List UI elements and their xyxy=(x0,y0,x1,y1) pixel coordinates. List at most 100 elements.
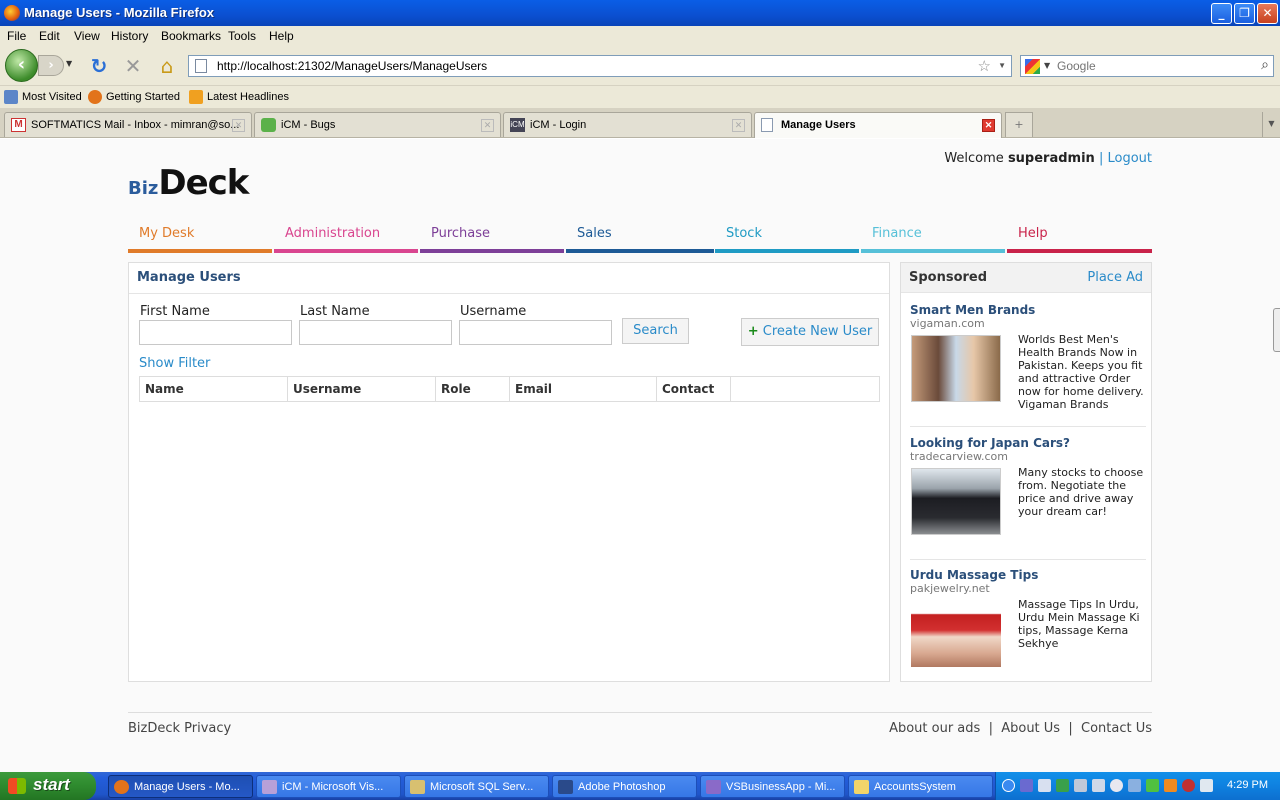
taskbar-item-accountssystem[interactable]: AccountsSystem xyxy=(848,775,993,798)
ad-image[interactable] xyxy=(911,600,1001,667)
nav-administration[interactable]: Administration xyxy=(274,225,418,253)
menu-file[interactable]: File xyxy=(7,29,26,43)
tab-manage-users[interactable]: Manage Users ✕ xyxy=(754,112,1002,138)
side-scroll-handle[interactable] xyxy=(1273,308,1280,352)
tab-list-button[interactable]: ▼ xyxy=(1262,112,1280,137)
taskbar-item-vsbusinessapp[interactable]: VSBusinessApp - Mi... xyxy=(700,775,845,798)
history-dropdown-icon[interactable]: ▼ xyxy=(66,59,72,68)
tray-app-icon[interactable] xyxy=(1074,779,1087,792)
logout-link[interactable]: Logout xyxy=(1107,151,1152,166)
nav-my-desk[interactable]: My Desk xyxy=(128,225,272,253)
engine-dropdown-icon[interactable]: ▼ xyxy=(1044,61,1050,70)
url-text[interactable]: http://localhost:21302/ManageUsers/Manag… xyxy=(217,59,487,73)
bookmark-latest-headlines[interactable]: Latest Headlines xyxy=(189,90,289,104)
taskbar-item-photoshop[interactable]: Adobe Photoshop xyxy=(552,775,697,798)
menu-edit[interactable]: Edit xyxy=(39,29,60,43)
windows-logo-icon xyxy=(8,778,26,794)
menu-help[interactable]: Help xyxy=(269,29,294,43)
search-bar[interactable]: ▼ ⌕ xyxy=(1020,55,1274,77)
new-tab-button[interactable]: + xyxy=(1005,112,1033,137)
ad-item[interactable]: Urdu Massage Tips pakjewelry.net Massage… xyxy=(910,568,1146,692)
tray-app-icon[interactable] xyxy=(1092,779,1105,792)
bookmark-getting-started[interactable]: Getting Started xyxy=(88,90,180,104)
bizdeck-logo[interactable]: BizDeck xyxy=(128,163,249,203)
about-ads-link[interactable]: About our ads xyxy=(889,721,980,736)
last-name-input[interactable] xyxy=(299,320,452,345)
tab-close-icon[interactable]: ✕ xyxy=(232,119,245,132)
tab-close-icon[interactable]: ✕ xyxy=(982,119,995,132)
network-icon[interactable] xyxy=(1020,779,1033,792)
welcome-bar: Welcome superadmin | Logout xyxy=(944,151,1152,166)
forward-button[interactable]: › xyxy=(38,55,64,76)
start-button[interactable]: start xyxy=(0,772,96,800)
url-dropdown-icon[interactable]: ▼ xyxy=(998,61,1006,70)
search-input[interactable] xyxy=(1057,58,1247,74)
column-role[interactable]: Role xyxy=(436,377,510,401)
place-ad-link[interactable]: Place Ad xyxy=(1087,270,1143,285)
taskbar-label: Adobe Photoshop xyxy=(578,781,666,793)
address-bar[interactable]: http://localhost:21302/ManageUsers/Manag… xyxy=(188,55,1012,77)
privacy-link[interactable]: BizDeck Privacy xyxy=(128,721,231,736)
create-new-user-button[interactable]: + Create New User xyxy=(741,318,879,346)
first-name-input[interactable] xyxy=(139,320,292,345)
username-input[interactable] xyxy=(459,320,612,345)
search-button[interactable]: Search xyxy=(622,318,689,344)
column-contact[interactable]: Contact xyxy=(657,377,731,401)
minimize-button[interactable]: _ xyxy=(1211,3,1232,24)
ad-item[interactable]: Smart Men Brands vigaman.com Worlds Best… xyxy=(910,303,1146,427)
ad-item[interactable]: Looking for Japan Cars? tradecarview.com… xyxy=(910,436,1146,560)
contact-us-link[interactable]: Contact Us xyxy=(1081,721,1152,736)
nav-finance[interactable]: Finance xyxy=(861,225,1005,253)
taskbar-item-firefox[interactable]: Manage Users - Mo... xyxy=(108,775,253,798)
bookmark-star-icon[interactable]: ☆ xyxy=(978,57,991,75)
column-name[interactable]: Name xyxy=(140,377,288,401)
menu-bookmarks[interactable]: Bookmarks xyxy=(161,29,221,43)
reload-icon[interactable]: ↻ xyxy=(88,55,110,77)
maximize-button[interactable]: ❐ xyxy=(1234,3,1255,24)
messenger-icon[interactable] xyxy=(1110,779,1123,792)
taskbar-item-visual-studio[interactable]: iCM - Microsoft Vis... xyxy=(256,775,401,798)
ad-title[interactable]: Urdu Massage Tips xyxy=(910,568,1038,582)
column-email[interactable]: Email xyxy=(510,377,657,401)
about-us-link[interactable]: About Us xyxy=(1001,721,1060,736)
ad-domain: tradecarview.com xyxy=(910,450,1008,463)
volume-icon[interactable] xyxy=(1200,779,1213,792)
tray-app-icon[interactable] xyxy=(1164,779,1177,792)
nav-sales[interactable]: Sales xyxy=(566,225,714,253)
column-username[interactable]: Username xyxy=(288,377,436,401)
menu-view[interactable]: View xyxy=(74,29,100,43)
show-filter-link[interactable]: Show Filter xyxy=(139,356,210,371)
ad-title[interactable]: Looking for Japan Cars? xyxy=(910,436,1070,450)
tray-app-icon[interactable] xyxy=(1128,779,1141,792)
tab-softmatics-mail[interactable]: M SOFTMATICS Mail - Inbox - mimran@so...… xyxy=(4,112,252,137)
back-button[interactable]: ‹ xyxy=(5,49,38,82)
stop-icon[interactable]: ✕ xyxy=(122,55,144,77)
separator: | xyxy=(1068,721,1073,736)
tray-app-icon[interactable] xyxy=(1056,779,1069,792)
tab-close-icon[interactable]: ✕ xyxy=(481,119,494,132)
tray-app-icon[interactable] xyxy=(1182,779,1195,792)
tray-app-icon[interactable] xyxy=(1038,779,1051,792)
tab-icm-bugs[interactable]: iCM - Bugs ✕ xyxy=(254,112,501,137)
nav-purchase[interactable]: Purchase xyxy=(420,225,564,253)
ad-title[interactable]: Smart Men Brands xyxy=(910,303,1035,317)
clock[interactable]: 4:29 PM xyxy=(1227,779,1268,791)
taskbar-item-sql-server[interactable]: Microsoft SQL Serv... xyxy=(404,775,549,798)
nav-stock[interactable]: Stock xyxy=(715,225,859,253)
tab-icm-login[interactable]: iCM iCM - Login ✕ xyxy=(503,112,752,137)
home-icon[interactable]: ⌂ xyxy=(156,55,178,77)
ad-image[interactable] xyxy=(911,468,1001,535)
menu-tools[interactable]: Tools xyxy=(228,29,256,43)
nav-help[interactable]: Help xyxy=(1007,225,1152,253)
tray-expand-icon[interactable] xyxy=(1002,779,1015,792)
ad-image[interactable] xyxy=(911,335,1001,402)
search-icon[interactable]: ⌕ xyxy=(1261,57,1269,73)
menu-history[interactable]: History xyxy=(111,29,148,43)
close-window-button[interactable]: ✕ xyxy=(1257,3,1278,24)
gmail-icon: M xyxy=(11,118,26,132)
bookmarks-toolbar: Most Visited Getting Started Latest Head… xyxy=(0,86,1280,108)
tray-app-icon[interactable] xyxy=(1146,779,1159,792)
bookmark-most-visited[interactable]: Most Visited xyxy=(4,90,82,104)
tab-close-icon[interactable]: ✕ xyxy=(732,119,745,132)
google-icon[interactable] xyxy=(1025,59,1040,74)
